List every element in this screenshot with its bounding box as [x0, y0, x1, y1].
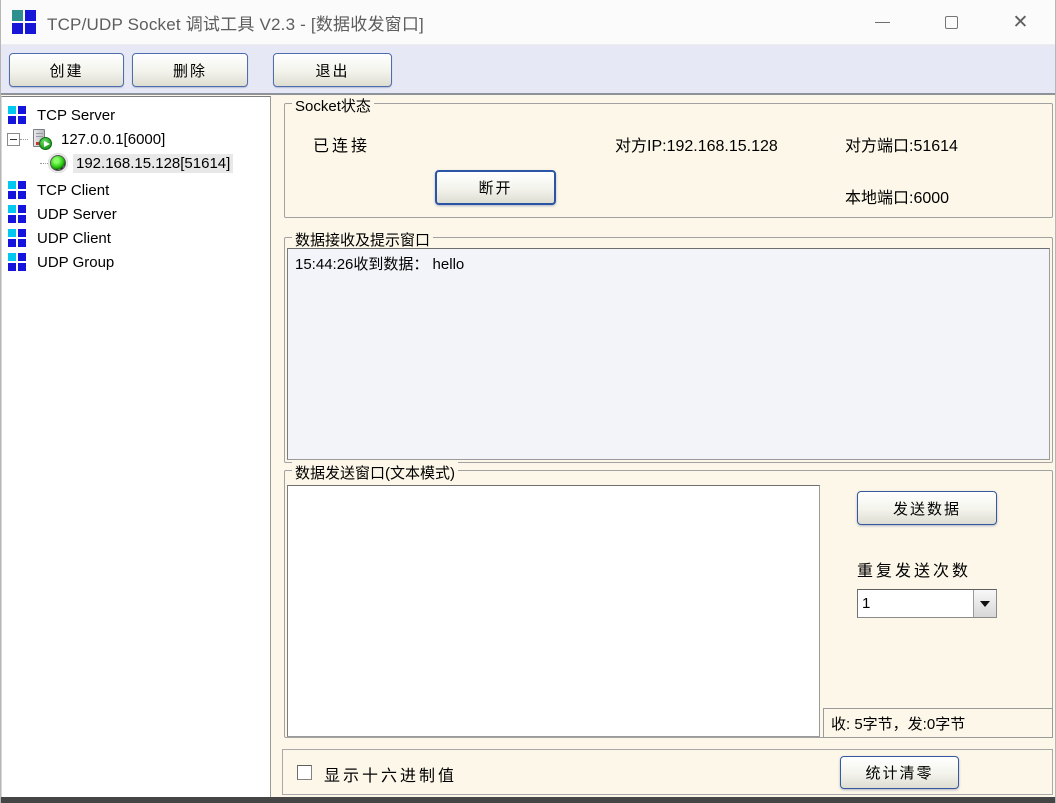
tree-item-tcp-server[interactable]: TCP Server	[2, 103, 270, 127]
tree-connector	[20, 139, 28, 140]
repeat-count-combobox[interactable]	[857, 589, 997, 618]
four-squares-icon	[8, 229, 26, 247]
send-data-button[interactable]: 发送数据	[857, 491, 997, 525]
socket-tree: TCP Server 127.0.0.1[6000] 192.168.15.12…	[1, 96, 271, 797]
disconnect-button[interactable]: 断开	[435, 170, 556, 205]
exit-button[interactable]: 退出	[273, 53, 392, 87]
clear-stats-button[interactable]: 统计清零	[840, 756, 959, 789]
send-input[interactable]	[287, 485, 820, 737]
tree-item-label: 127.0.0.1[6000]	[58, 130, 168, 149]
receive-group: 数据接收及提示窗口 15:44:26收到数据： hello	[284, 237, 1053, 463]
socket-status-group: Socket状态 已连接 对方IP:192.168.15.128 对方端口:51…	[284, 103, 1053, 218]
minimize-icon	[875, 22, 890, 23]
tree-item-label: UDP Client	[34, 229, 114, 248]
data-panel: Socket状态 已连接 对方IP:192.168.15.128 对方端口:51…	[271, 96, 1056, 797]
tree-connector	[40, 163, 48, 164]
four-squares-icon	[8, 181, 26, 199]
close-icon: ✕	[1013, 13, 1029, 32]
tree-item-udp-group[interactable]: UDP Group	[2, 250, 270, 274]
local-port: 本地端口:6000	[845, 184, 949, 208]
socket-status-legend: Socket状态	[292, 95, 374, 116]
byte-stats: 收: 5字节，发:0字节	[823, 708, 1053, 738]
four-squares-icon	[8, 106, 26, 124]
tree-item-label: TCP Client	[34, 181, 112, 200]
connection-state: 已连接	[313, 132, 370, 156]
hex-checkbox[interactable]	[297, 765, 312, 780]
receive-legend: 数据接收及提示窗口	[292, 229, 433, 250]
bottom-bar: 显示十六进制值 统计清零	[282, 749, 1053, 795]
tree-item-udp-client[interactable]: UDP Client	[2, 226, 270, 250]
peer-port: 对方端口:51614	[845, 132, 958, 156]
send-group: 数据发送窗口(文本模式) 发送数据 重复发送次数 收: 5字节，发:0字节	[284, 470, 1053, 738]
repeat-count-label: 重复发送次数	[857, 557, 971, 581]
receive-message: 15:44:26收到数据： hello	[295, 253, 1042, 274]
maximize-button[interactable]	[917, 0, 986, 45]
four-squares-icon	[8, 253, 26, 271]
receive-log[interactable]: 15:44:26收到数据： hello	[287, 248, 1050, 460]
title-bar: TCP/UDP Socket 调试工具 V2.3 - [数据收发窗口] ✕	[1, 0, 1055, 45]
maximize-icon	[945, 16, 958, 29]
tree-item-label: UDP Server	[34, 205, 120, 224]
chevron-down-icon	[980, 601, 990, 607]
app-window: TCP/UDP Socket 调试工具 V2.3 - [数据收发窗口] ✕ 创建…	[0, 0, 1056, 803]
server-running-icon	[30, 128, 52, 150]
tree-item-label: UDP Group	[34, 253, 117, 272]
four-squares-icon	[8, 205, 26, 223]
tree-item-label-selected: 192.168.15.128[51614]	[73, 154, 233, 173]
tree-item-local-server[interactable]: 127.0.0.1[6000]	[2, 127, 270, 151]
window-bottom-edge	[1, 797, 1055, 803]
collapse-expander-icon[interactable]	[7, 133, 20, 146]
tree-item-label: TCP Server	[34, 106, 118, 125]
app-logo-icon	[12, 10, 37, 35]
close-button[interactable]: ✕	[986, 0, 1055, 45]
toolbar: 创建 删除 退出	[1, 45, 1055, 95]
delete-button[interactable]: 删除	[132, 53, 248, 87]
peer-ip: 对方IP:192.168.15.128	[615, 132, 778, 156]
window-title: TCP/UDP Socket 调试工具 V2.3 - [数据收发窗口]	[47, 10, 424, 35]
hex-checkbox-label[interactable]: 显示十六进制值	[324, 762, 457, 786]
send-legend: 数据发送窗口(文本模式)	[292, 462, 458, 483]
create-button[interactable]: 创建	[9, 53, 124, 87]
combobox-dropdown-button[interactable]	[973, 590, 996, 617]
minimize-button[interactable]	[848, 0, 917, 45]
tree-item-remote-client[interactable]: 192.168.15.128[51614]	[2, 151, 270, 175]
repeat-count-value[interactable]	[858, 595, 973, 612]
connection-icon	[48, 153, 68, 173]
tree-item-udp-server[interactable]: UDP Server	[2, 202, 270, 226]
window-controls: ✕	[848, 0, 1055, 45]
tree-item-tcp-client[interactable]: TCP Client	[2, 178, 270, 202]
